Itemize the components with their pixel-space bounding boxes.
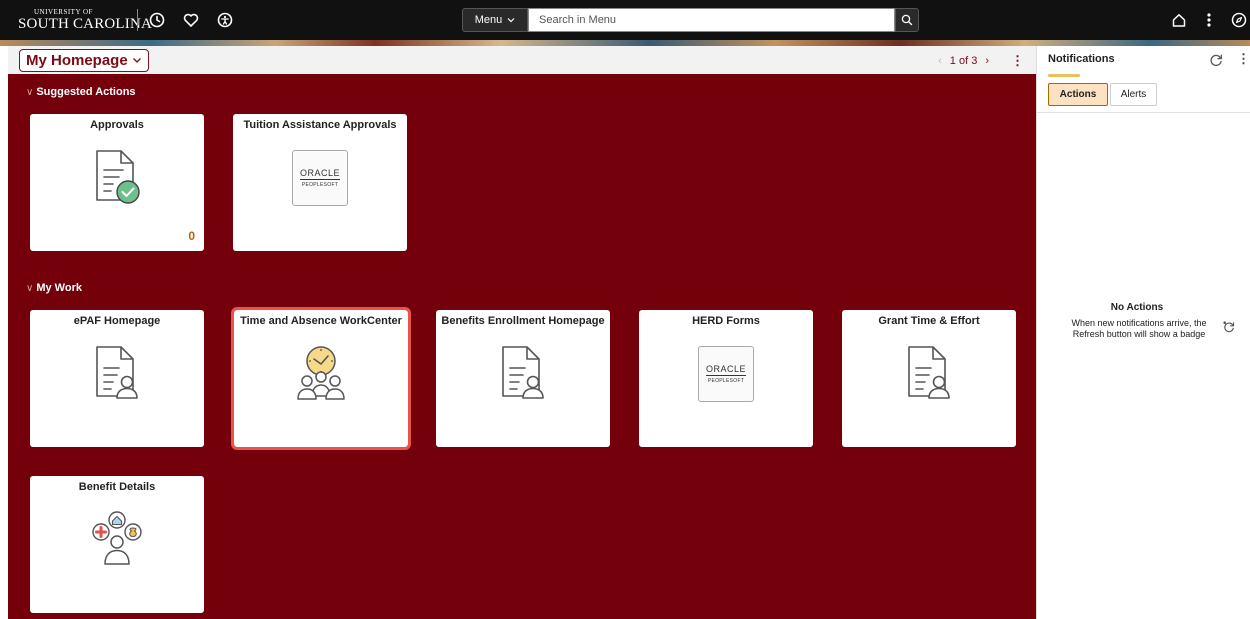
homepage-header-bar: My Homepage ‹ 1 of 3 › ⋮ — [8, 46, 1036, 74]
homepage-content: ∨ Suggested Actions Approvals 0 Tuition A… — [8, 74, 1036, 619]
section-title: My Work — [36, 282, 82, 294]
previous-page-icon[interactable]: ‹ — [938, 55, 942, 67]
section-my-work[interactable]: ∨ My Work — [26, 282, 82, 294]
tile-title: Approvals — [90, 119, 144, 131]
logo-small-text: UNIVERSITY OF — [34, 8, 93, 16]
tile-title: Benefits Enrollment Homepage — [441, 315, 605, 327]
tile-herd-forms[interactable]: HERD Forms ORACLE PEOPLESOFT — [639, 310, 813, 447]
oracle-logo-text: ORACLE — [705, 364, 746, 376]
empty-state-message: When new notifications arrive, the Refre… — [1071, 318, 1207, 339]
section-suggested-actions[interactable]: ∨ Suggested Actions — [26, 86, 136, 98]
chevron-down-icon — [507, 18, 515, 23]
accessibility-icon[interactable] — [214, 9, 236, 31]
page-indicator: 1 of 3 — [949, 55, 978, 67]
notifications-panel: Notifications ⋮ Actions Alerts No Action… — [1036, 46, 1250, 619]
app-root: UNIVERSITY OF SOUTH CAROLINA Menu Search… — [0, 0, 1250, 619]
notifications-divider — [1037, 112, 1250, 113]
homepage-selector-label: My Homepage — [26, 52, 128, 69]
menu-button-label: Menu — [474, 14, 503, 26]
notifications-title: Notifications — [1048, 53, 1115, 65]
homepage-pager: ‹ 1 of 3 › ⋮ — [938, 53, 1024, 69]
tile-title: ePAF Homepage — [73, 315, 161, 327]
top-navigation-bar: UNIVERSITY OF SOUTH CAROLINA Menu — [0, 0, 1250, 40]
tile-title: Tuition Assistance Approvals — [243, 119, 397, 131]
navigation-menu-button[interactable]: Menu — [462, 8, 528, 32]
section-title: Suggested Actions — [36, 86, 136, 98]
chevron-down-icon — [132, 58, 141, 63]
actions-kebab-icon[interactable] — [1198, 9, 1220, 31]
search-menu-input[interactable] — [528, 8, 895, 32]
collapse-chevron-icon: ∨ — [26, 87, 34, 98]
tile-epaf-homepage[interactable]: ePAF Homepage — [30, 310, 204, 447]
tile-benefits-enrollment-homepage[interactable]: Benefits Enrollment Homepage — [436, 310, 610, 447]
logo-divider — [137, 9, 138, 31]
home-icon[interactable] — [1168, 9, 1190, 31]
tile-benefit-details[interactable]: Benefit Details — [30, 476, 204, 613]
tile-grant-time-and-effort[interactable]: Grant Time & Effort — [842, 310, 1016, 447]
refresh-icon[interactable] — [1209, 53, 1223, 72]
peoplesoft-logo-text: PEOPLESOFT — [707, 378, 745, 384]
next-page-icon[interactable]: › — [985, 55, 989, 67]
tile-title: Benefit Details — [78, 481, 156, 493]
oracle-peoplesoft-logo: ORACLE PEOPLESOFT — [292, 150, 348, 206]
document-person-icon — [901, 344, 957, 407]
tile-approvals[interactable]: Approvals 0 — [30, 114, 204, 251]
document-person-icon — [495, 344, 551, 407]
document-check-icon — [89, 148, 145, 211]
recent-places-icon[interactable] — [146, 9, 168, 31]
refresh-badge-icon — [1223, 320, 1235, 338]
notifications-title-underline — [1048, 74, 1080, 77]
tile-tuition-assistance-approvals[interactable]: Tuition Assistance Approvals ORACLE PEOP… — [233, 114, 407, 251]
collapse-chevron-icon: ∨ — [26, 283, 34, 294]
notifications-options-kebab-icon[interactable]: ⋮ — [1237, 51, 1250, 67]
logo-big-text: SOUTH CAROLINA — [18, 16, 153, 32]
navigator-compass-icon[interactable] — [1228, 9, 1250, 31]
tile-title: HERD Forms — [692, 315, 760, 327]
oracle-peoplesoft-logo: ORACLE PEOPLESOFT — [698, 346, 754, 402]
homepage-options-kebab-icon[interactable]: ⋮ — [1011, 53, 1024, 69]
tile-title: Grant Time & Effort — [878, 315, 980, 327]
peoplesoft-logo-text: PEOPLESOFT — [301, 182, 339, 188]
favorites-heart-icon[interactable] — [180, 9, 202, 31]
document-person-icon — [89, 344, 145, 407]
oracle-logo-text: ORACLE — [299, 168, 340, 180]
tab-alerts[interactable]: Alerts — [1110, 83, 1157, 106]
university-logo[interactable]: UNIVERSITY OF SOUTH CAROLINA — [18, 8, 152, 34]
tile-count-badge: 0 — [188, 229, 195, 243]
search-icon — [901, 14, 913, 26]
benefits-person-icon — [87, 510, 147, 571]
empty-state-title: No Actions — [1110, 302, 1164, 313]
tab-actions[interactable]: Actions — [1048, 83, 1108, 106]
clock-people-icon — [291, 344, 351, 407]
homepage-selector[interactable]: My Homepage — [19, 49, 149, 72]
search-button[interactable] — [895, 8, 919, 32]
tile-title: Time and Absence WorkCenter — [240, 315, 402, 327]
tile-time-and-absence-workcenter[interactable]: Time and Absence WorkCenter — [231, 307, 411, 450]
